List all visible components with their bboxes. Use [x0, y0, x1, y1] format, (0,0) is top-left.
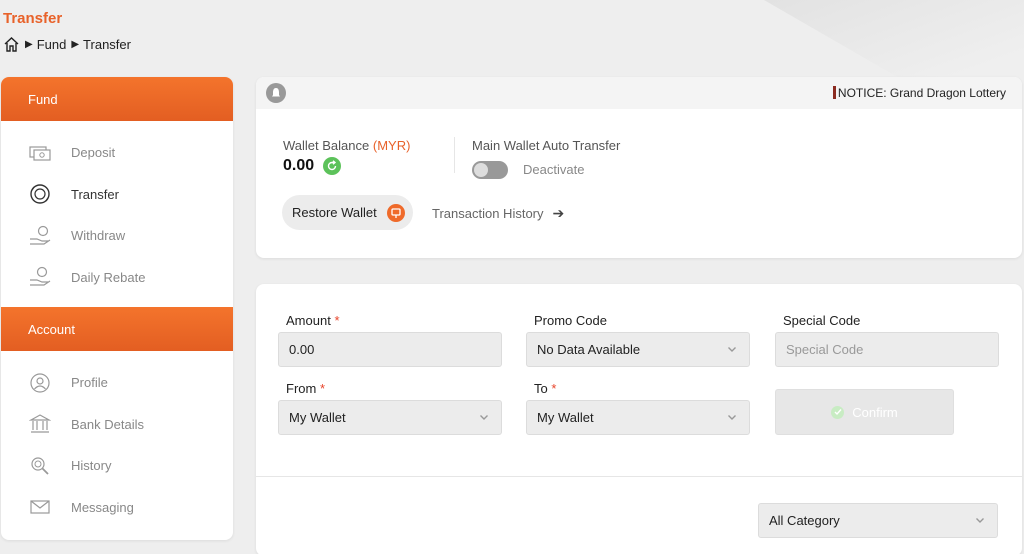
notice-text: NOTICE: Grand Dragon Lottery: [837, 86, 1006, 100]
breadcrumb-separator-icon: ▶: [25, 39, 33, 50]
divider: [454, 137, 455, 173]
sidebar-item-transfer[interactable]: Transfer: [1, 174, 233, 216]
sidebar-item-label: Withdraw: [71, 228, 126, 244]
amount-label: Amount *: [286, 313, 340, 328]
breadcrumb-fund[interactable]: Fund: [37, 37, 67, 52]
sidebar-header-account: Account: [1, 307, 233, 351]
sidebar-item-messaging[interactable]: Messaging: [1, 487, 233, 529]
sidebar-group-fund: Deposit Transfer Withdraw Daily Rebate: [1, 121, 233, 307]
sidebar-item-history[interactable]: History: [1, 445, 233, 487]
mail-icon: [27, 496, 53, 518]
chevron-down-icon: [728, 347, 736, 352]
promo-code-select[interactable]: No Data Available: [526, 332, 750, 367]
from-wallet-value: My Wallet: [289, 410, 346, 425]
to-label: To *: [534, 381, 556, 396]
to-wallet-select[interactable]: My Wallet: [526, 400, 750, 435]
required-mark: *: [319, 381, 326, 396]
required-mark: *: [334, 313, 340, 328]
required-mark: *: [551, 381, 557, 396]
special-code-label: Special Code: [783, 313, 861, 328]
restore-wallet-button[interactable]: Restore Wallet: [282, 195, 413, 230]
wallet-balance: 0.00: [283, 157, 342, 175]
transfer-form-card: Amount * 0.00 Promo Code No Data Availab…: [256, 284, 1022, 554]
from-label-text: From: [286, 381, 317, 396]
from-label: From *: [286, 381, 325, 396]
promo-code-label: Promo Code: [534, 313, 607, 328]
sidebar-item-bank-details[interactable]: Bank Details: [1, 404, 233, 446]
auto-transfer-toggle[interactable]: [472, 161, 508, 179]
notice-ticker: NOTICE: Grand Dragon Lottery: [832, 86, 1006, 100]
sidebar-item-daily-rebate[interactable]: Daily Rebate: [1, 257, 233, 299]
special-code-input[interactable]: Special Code: [775, 332, 999, 367]
sidebar-item-profile[interactable]: Profile: [1, 362, 233, 404]
confirm-label: Confirm: [852, 404, 898, 420]
history-icon: [27, 455, 53, 477]
profile-icon: [27, 372, 53, 394]
page-title: Transfer: [3, 10, 63, 27]
wallet-balance-value: 0.00: [283, 157, 315, 174]
sidebar-item-withdraw[interactable]: Withdraw: [1, 215, 233, 257]
rebate-icon: [27, 266, 53, 288]
toggle-knob: [474, 163, 488, 177]
check-circle-icon: [831, 405, 845, 419]
bank-icon: [27, 413, 53, 435]
deposit-icon: [27, 142, 53, 164]
category-value: All Category: [769, 513, 840, 528]
to-wallet-value: My Wallet: [537, 410, 594, 425]
sidebar-item-label: Messaging: [71, 499, 134, 515]
wallet-balance-label: Wallet Balance (MYR): [283, 138, 410, 153]
currency-label: (MYR): [372, 138, 411, 153]
confirm-button[interactable]: Confirm: [775, 389, 954, 435]
withdraw-icon: [27, 225, 53, 247]
auto-transfer-label: Main Wallet Auto Transfer: [472, 138, 621, 153]
transaction-history-link[interactable]: Transaction History ➔: [432, 205, 564, 222]
sidebar-item-label: History: [71, 458, 112, 474]
chevron-down-icon: [976, 518, 984, 523]
ticker-marker: [832, 86, 836, 99]
restore-wallet-label: Restore Wallet: [292, 205, 377, 220]
wallet-balance-text: Wallet Balance: [283, 138, 370, 153]
sidebar-item-label: Profile: [71, 375, 108, 391]
breadcrumb-separator-icon: ▶: [71, 39, 80, 50]
chevron-down-icon: [728, 415, 736, 420]
sidebar-group-account: Profile Bank Details History Messaging: [1, 351, 233, 537]
sidebar-item-label: Transfer: [71, 186, 119, 202]
breadcrumb: ▶ Fund ▶ Transfer: [3, 36, 131, 53]
breadcrumb-transfer: Transfer: [83, 37, 131, 52]
auto-transfer-state: Deactivate: [523, 162, 585, 177]
sidebar-item-deposit[interactable]: Deposit: [1, 132, 233, 174]
from-wallet-select[interactable]: My Wallet: [278, 400, 502, 435]
home-icon[interactable]: [3, 36, 20, 53]
sidebar-item-label: Daily Rebate: [71, 269, 146, 285]
category-select[interactable]: All Category: [758, 503, 998, 538]
amount-label-text: Amount: [286, 313, 331, 328]
refresh-icon[interactable]: [323, 157, 342, 175]
arrow-right-icon: ➔: [552, 205, 565, 221]
amount-input[interactable]: 0.00: [278, 332, 502, 367]
restore-icon: [386, 203, 405, 222]
sidebar-item-label: Bank Details: [71, 416, 144, 432]
transfer-icon: [27, 183, 53, 205]
notice-bar: NOTICE: Grand Dragon Lottery: [256, 77, 1022, 109]
transaction-history-label: Transaction History: [432, 206, 544, 221]
sidebar: Fund Deposit Transfer Withdraw Daily Reb…: [1, 77, 233, 540]
bell-icon: [266, 83, 286, 103]
section-divider: [256, 476, 1022, 477]
promo-code-value: No Data Available: [537, 342, 641, 357]
to-label-text: To: [534, 381, 548, 396]
sidebar-header-fund: Fund: [1, 77, 233, 121]
chevron-down-icon: [480, 415, 488, 420]
wallet-card: NOTICE: Grand Dragon Lottery Wallet Bala…: [256, 77, 1022, 258]
sidebar-item-label: Deposit: [71, 145, 116, 161]
